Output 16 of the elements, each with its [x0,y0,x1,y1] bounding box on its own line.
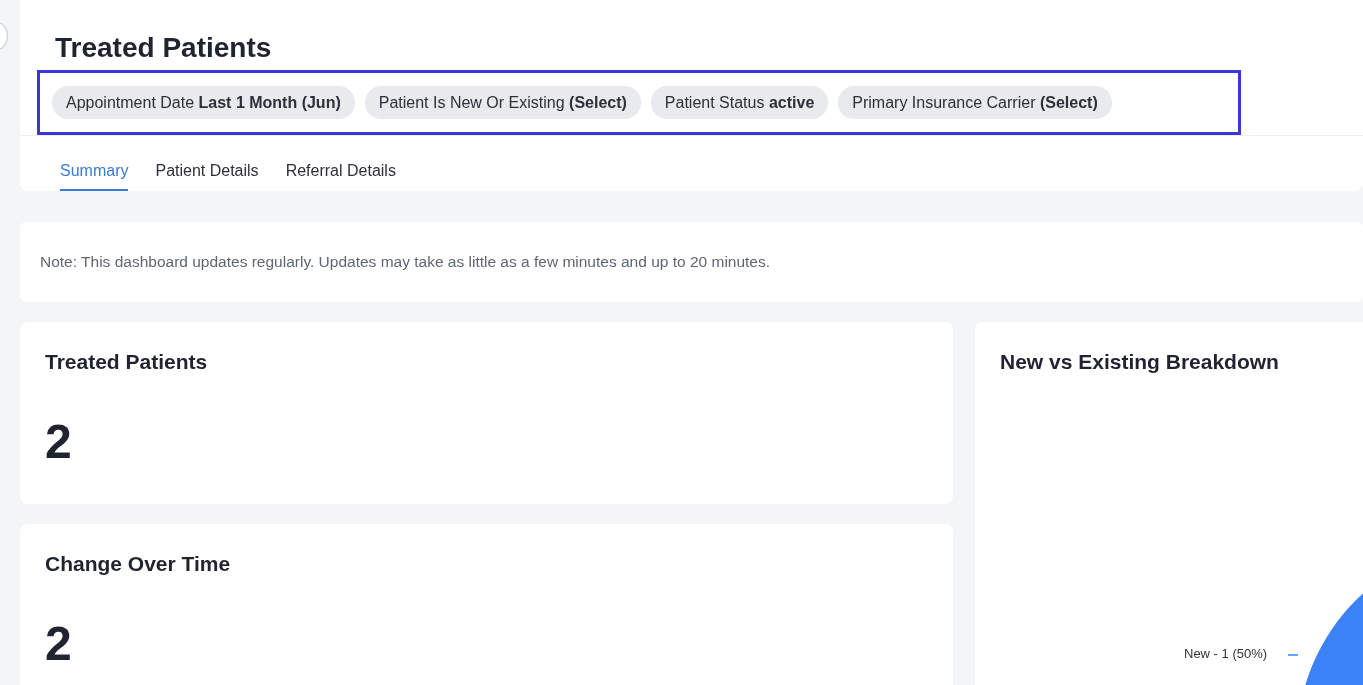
tab[interactable]: Patient Details [155,136,259,191]
metric-value: 2 [45,616,73,671]
note-text: Note: This dashboard updates regularly. Updates may take as little as a few minutes and up to 20 minutes. [20,222,1363,302]
card-title: Treated Patients [45,349,209,374]
filter-chip[interactable]: Appointment Date Last 1 Month (Jun) [52,86,355,119]
slice-label: New - 1 (50%) [1184,646,1268,661]
page-title: Treated Patients [54,31,273,65]
filter-chip[interactable]: Primary Insurance Carrier (Select) [838,86,1112,119]
tab[interactable]: Referral Details [285,136,396,191]
metric-value: 2 [45,414,73,469]
filter-chip[interactable]: Patient Is New Or Existing (Select) [364,86,641,119]
leader-line [1287,654,1299,656]
tab[interactable]: Summary [60,136,129,191]
filter-chip[interactable]: Patient Status active [650,86,829,119]
card-title: New vs Existing Breakdown [1000,349,1280,374]
card-title: Change Over Time [45,551,232,576]
